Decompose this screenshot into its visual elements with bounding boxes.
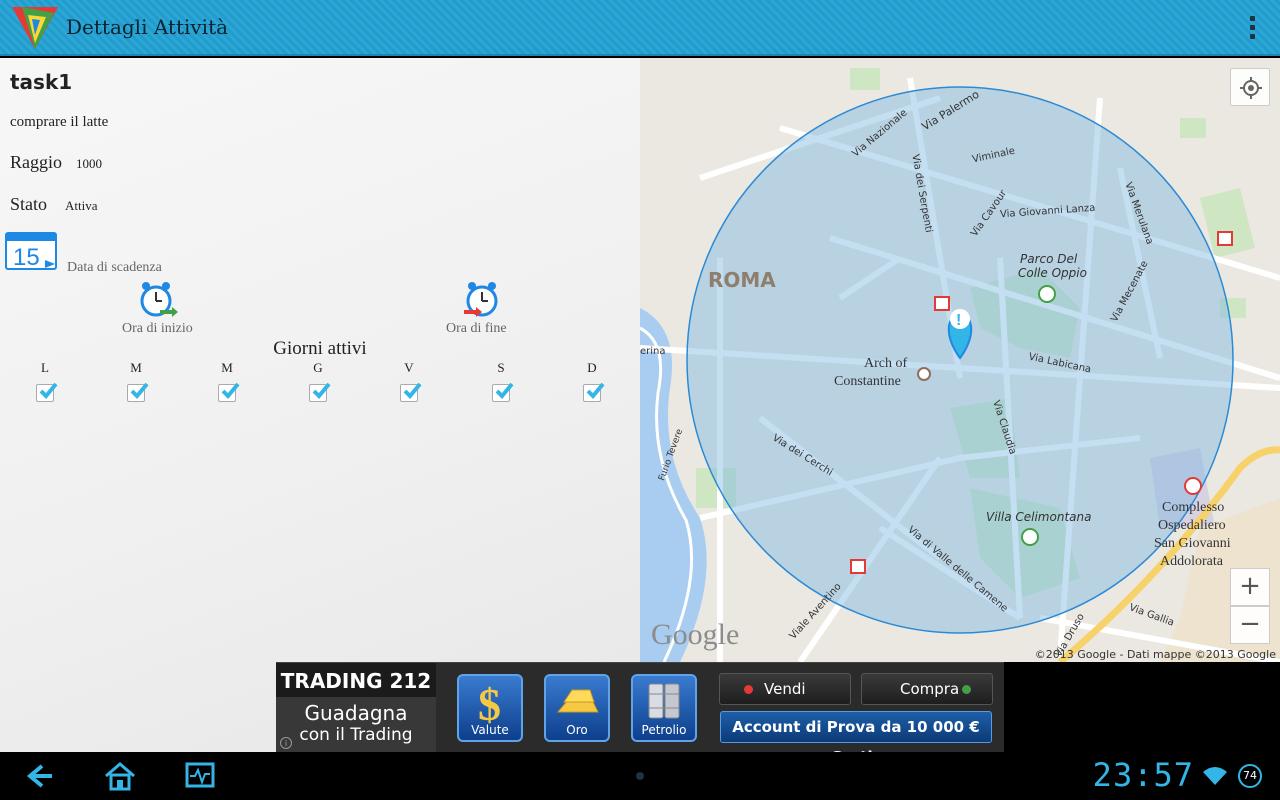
day-letter: V — [404, 360, 414, 375]
calendar-icon[interactable]: 15 — [5, 230, 57, 270]
map-place-label: Complesso — [1162, 500, 1225, 515]
app-logo-icon[interactable] — [8, 3, 62, 51]
day-saturday: S — [481, 360, 521, 402]
map-place-label: Parco Del — [1020, 252, 1078, 266]
home-icon[interactable] — [100, 758, 140, 794]
back-icon[interactable] — [20, 758, 60, 794]
map-place-label: Constantine — [834, 374, 901, 389]
day-checkbox[interactable] — [218, 382, 240, 402]
ad-sell-label: Vendi — [764, 680, 806, 698]
crosshair-icon — [1240, 77, 1262, 99]
gold-bars-icon — [556, 689, 599, 713]
day-letter: G — [313, 360, 323, 375]
map-view[interactable]: ! ROMA Arch of Constantine Parco Del Col… — [640, 58, 1280, 662]
ad-tile-label: Petrolio — [641, 723, 687, 737]
map-place-label: Arch of — [864, 356, 908, 371]
page-title: Dettagli Attività — [66, 15, 229, 39]
ad-tile-label: Valute — [471, 723, 509, 737]
due-date-label[interactable]: Data di scadenza — [67, 260, 162, 276]
day-friday: V — [389, 360, 429, 402]
day-thursday: G — [298, 360, 338, 402]
day-checkbox[interactable] — [36, 382, 58, 402]
ad-brand: TRADING 212 — [276, 663, 436, 697]
ad-tile-currencies[interactable]: $ Valute — [457, 674, 523, 742]
dollar-icon: $ — [478, 679, 501, 730]
clock[interactable]: 23:57 — [1093, 756, 1194, 794]
ad-info-icon[interactable]: i — [280, 737, 292, 749]
svg-text:$: $ — [478, 679, 501, 726]
battery-icon[interactable]: 74 — [1238, 764, 1262, 788]
radius-label: Raggio — [10, 152, 62, 172]
notification-dot-icon — [636, 772, 644, 780]
task-description: comprare il latte — [10, 114, 109, 130]
oil-barrels-icon — [648, 683, 680, 719]
day-checkbox[interactable] — [492, 382, 514, 402]
green-dot-icon — [962, 685, 971, 694]
overflow-menu-icon[interactable] — [1246, 16, 1258, 42]
ad-slogan-line2: con il Trading — [299, 725, 413, 745]
status-label: Stato — [10, 194, 48, 214]
red-dot-icon — [744, 685, 753, 694]
day-wednesday: M — [207, 360, 247, 402]
day-tuesday: M — [116, 360, 156, 402]
ad-tile-gold[interactable]: Oro — [544, 674, 610, 742]
day-checkbox[interactable] — [400, 382, 422, 402]
map-place-label: Addolorata — [1160, 554, 1223, 569]
zoom-in-button[interactable]: + — [1230, 568, 1270, 606]
task-name: task1 — [10, 70, 73, 94]
day-letter: L — [41, 360, 49, 375]
calendar-day: 15 — [13, 244, 40, 270]
svg-text:!: ! — [956, 312, 961, 329]
day-checkbox[interactable] — [309, 382, 331, 402]
map-place-label: Colle Oppio — [1018, 266, 1087, 280]
day-checkbox[interactable] — [583, 382, 605, 402]
map-place-label: Ospedaliero — [1158, 518, 1226, 533]
status-value: Attiva — [65, 198, 98, 213]
active-days-title: Giorni attivi — [273, 338, 367, 359]
map-street-label: erina — [640, 346, 666, 357]
end-alarm-clock-icon[interactable] — [462, 280, 502, 318]
wifi-icon[interactable] — [1202, 766, 1228, 786]
action-bar: Dettagli Attività — [0, 0, 1280, 56]
ad-tile-label: Oro — [566, 723, 588, 737]
ad-buy-button[interactable]: Compra — [861, 673, 993, 705]
zoom-out-button[interactable]: − — [1230, 606, 1270, 644]
map-place-label: San Giovanni — [1154, 536, 1231, 551]
google-logo: Google — [651, 618, 740, 651]
my-location-button[interactable] — [1230, 68, 1270, 106]
system-navigation-bar: 23:57 74 — [0, 752, 1280, 800]
day-monday: L — [25, 360, 65, 402]
day-sunday: D — [572, 360, 612, 402]
day-letter: M — [130, 360, 142, 375]
start-alarm-clock-icon[interactable] — [138, 280, 178, 318]
day-letter: D — [587, 360, 597, 375]
end-time-label[interactable]: Ora di fine — [446, 321, 507, 337]
radius-value: 1000 — [76, 156, 102, 171]
ad-demo-account-button[interactable]: Account di Prova da 10 000 € Gratis — [720, 711, 992, 766]
map-place-label: Villa Celimontana — [986, 510, 1092, 524]
ad-slogan: Guadagna con il Trading — [276, 697, 436, 753]
ad-banner[interactable]: TRADING 212 Guadagna con il Trading i $ … — [276, 662, 1004, 766]
map-attribution[interactable]: ©2013 Google - Dati mappe ©2013 Google — [1035, 648, 1276, 661]
recent-apps-icon[interactable] — [180, 758, 220, 794]
ad-slogan-line1: Guadagna — [304, 701, 408, 725]
task-details-pane: task1 comprare il latte Raggio 1000 Stat… — [0, 58, 640, 752]
day-letter: M — [221, 360, 233, 375]
ad-buy-label: Compra — [900, 680, 960, 698]
ad-sell-button[interactable]: Vendi — [719, 673, 851, 705]
start-time-label[interactable]: Ora di inizio — [122, 321, 193, 337]
ad-tile-oil[interactable]: Petrolio — [631, 674, 697, 742]
map-city-label: ROMA — [708, 268, 776, 292]
day-checkbox[interactable] — [127, 382, 149, 402]
day-letter: S — [497, 360, 505, 375]
